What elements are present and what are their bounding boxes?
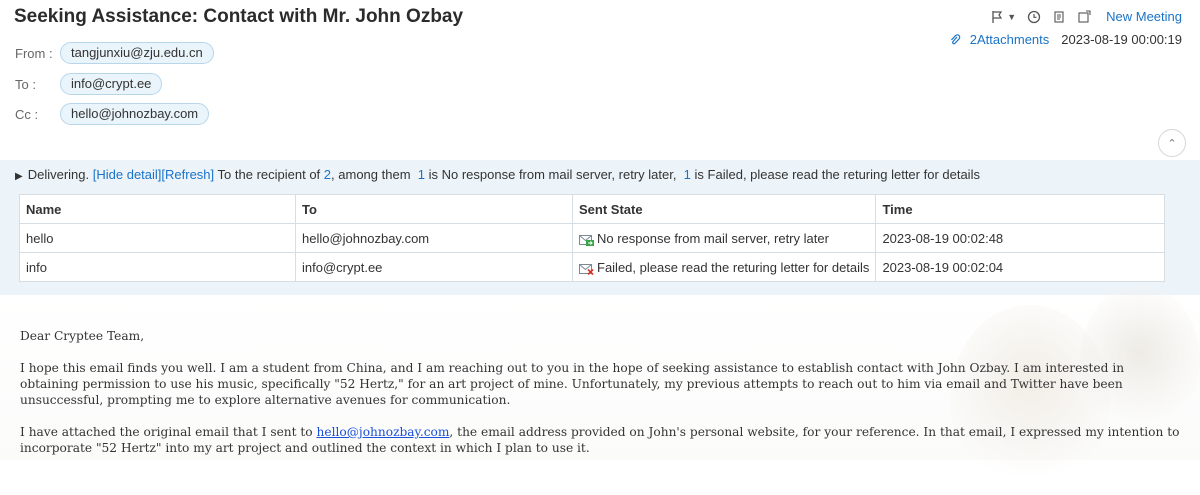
sent-state-text: Failed, please read the returing letter …: [597, 259, 870, 275]
cc-chip[interactable]: hello@johnozbay.com: [60, 103, 210, 125]
cell-to: info@crypt.ee: [295, 252, 573, 282]
cc-row: Cc :: [15, 107, 60, 122]
attachment-date-row: 2Attachments 2023-08-19 00:00:19: [948, 32, 1182, 47]
new-meeting-button[interactable]: New Meeting: [1106, 9, 1182, 24]
table-row: hello hello@johnozbay.com No response fr…: [19, 223, 1166, 253]
cc-label: Cc :: [15, 107, 39, 122]
paragraph-1: I hope this email finds you well. I am a…: [20, 361, 1125, 407]
to-row: To :: [15, 77, 60, 92]
table-row: info info@crypt.ee Failed, please read t…: [19, 252, 1166, 282]
recipient-total: 2: [323, 167, 332, 182]
delivery-status-panel: ▶ Delivering. [Hide detail][Refresh] To t…: [0, 160, 1200, 295]
column-header-time: Time: [875, 194, 1166, 224]
sent-state-text: No response from mail server, retry late…: [597, 230, 829, 246]
cell-time: 2023-08-19 00:02:48: [875, 223, 1166, 253]
email-date: 2023-08-19 00:00:19: [1061, 32, 1182, 47]
failed-count: 1: [683, 167, 691, 182]
email-body: Dear Cryptee Team, I hope this email fin…: [0, 285, 1200, 495]
refresh-link[interactable]: [Refresh]: [161, 167, 214, 182]
reply-icon[interactable]: [1052, 10, 1066, 24]
toolbar: ▼ New Meeting: [990, 9, 1182, 24]
to-label: To :: [15, 77, 36, 92]
hide-detail-link[interactable]: [Hide detail]: [93, 167, 162, 182]
failed-mail-icon: [579, 263, 594, 275]
status-text-4: is Failed, please read the returing lett…: [694, 167, 980, 182]
to-chip[interactable]: info@crypt.ee: [60, 73, 163, 95]
paragraph-2: I have attached the original email that …: [20, 424, 1180, 456]
paperclip-icon: [948, 33, 962, 47]
attachments-link[interactable]: 2Attachments: [970, 32, 1050, 47]
expand-triangle-icon[interactable]: ▶: [15, 171, 23, 182]
column-header-name: Name: [19, 194, 296, 224]
status-text-3: is No response from mail server, retry l…: [428, 167, 677, 182]
cell-name: info: [19, 252, 296, 282]
pending-mail-icon: [579, 234, 594, 246]
no-response-count: 1: [417, 167, 425, 182]
chevron-down-icon[interactable]: ▼: [1007, 12, 1016, 22]
cell-sent-state: Failed, please read the returing letter …: [571, 252, 877, 282]
email-body-text: Dear Cryptee Team, I hope this email fin…: [20, 328, 1180, 472]
cell-sent-state: No response from mail server, retry late…: [571, 223, 877, 253]
collapse-header-button[interactable]: ⌃: [1158, 129, 1186, 157]
status-text-2: , among them: [331, 167, 411, 182]
from-row: From :: [15, 46, 60, 61]
cell-time: 2023-08-19 00:02:04: [875, 252, 1166, 282]
delivery-state: Delivering.: [27, 167, 90, 182]
column-header-sent-state: Sent State: [571, 194, 877, 224]
email-subject: Seeking Assistance: Contact with Mr. Joh…: [14, 6, 464, 27]
from-chip[interactable]: tangjunxiu@zju.edu.cn: [60, 42, 214, 64]
clock-icon[interactable]: [1027, 10, 1041, 24]
greeting: Dear Cryptee Team,: [20, 329, 145, 343]
cell-to: hello@johnozbay.com: [295, 223, 573, 253]
cell-name: hello: [19, 223, 296, 253]
status-text-1: To the recipient of: [217, 167, 321, 182]
forward-icon[interactable]: [1077, 9, 1091, 24]
from-label: From :: [15, 46, 53, 61]
delivery-status-line: ▶ Delivering. [Hide detail][Refresh] To t…: [15, 167, 980, 182]
table-header-row: Name To Sent State Time: [19, 194, 1166, 224]
email-link[interactable]: hello@johnozbay.com: [317, 425, 450, 439]
chevron-up-icon: ⌃: [1167, 137, 1177, 150]
column-header-to: To: [295, 194, 573, 224]
paragraph-2-start: I have attached the original email that …: [20, 425, 317, 439]
flag-icon[interactable]: [990, 10, 1004, 24]
delivery-table: Name To Sent State Time hello hello@john…: [19, 194, 1166, 282]
